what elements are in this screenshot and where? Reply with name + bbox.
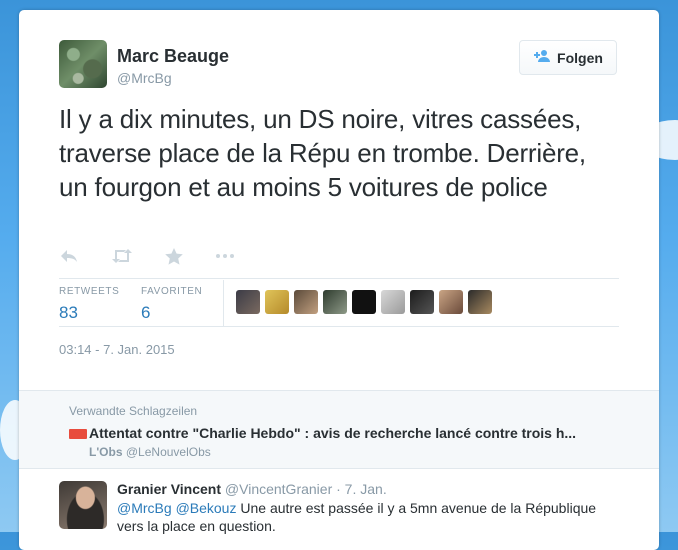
favoriter-avatar[interactable] [323,290,347,314]
related-source[interactable]: L'Obs @LeNouvelObs [89,445,211,459]
author-name[interactable]: Marc Beauge [117,46,229,67]
favoriter-avatar[interactable] [468,290,492,314]
follow-label: Folgen [557,49,603,66]
favoriter-avatar[interactable] [381,290,405,314]
stats-divider-bottom [59,326,619,327]
reply-tweet: Granier Vincent @VincentGranier · 7. Jan… [19,468,659,550]
retweet-icon[interactable] [111,248,133,270]
follow-button[interactable]: Folgen [519,40,617,75]
related-headline-link[interactable]: Attentat contre "Charlie Hebdo" : avis d… [89,425,609,441]
favoriter-avatar[interactable] [265,290,289,314]
related-source-name: L'Obs [89,445,123,459]
favorites-stat[interactable]: FAVORITEN 6 [141,286,202,323]
add-user-icon [533,49,551,67]
favorites-label: FAVORITEN [141,286,203,297]
mention-link[interactable]: @Bekouz [176,500,237,516]
stats-divider-top [59,278,619,279]
tweet-actions [59,248,235,270]
reply-handle-date[interactable]: @VincentGranier · 7. Jan. [225,481,387,497]
stats-separator [223,280,224,326]
favoriter-avatar[interactable] [439,290,463,314]
tweet-timestamp[interactable]: 03:14 - 7. Jan. 2015 [59,342,175,357]
related-heading: Verwandte Schlagzeilen [69,404,198,418]
reply-avatar[interactable] [59,481,107,529]
more-icon[interactable] [215,248,235,270]
reply-header: Granier Vincent @VincentGranier · 7. Jan… [117,481,387,497]
related-source-handle: @LeNouvelObs [125,445,211,459]
author-handle[interactable]: @MrcBg [117,70,172,86]
reply-text: @MrcBg @Bekouz Une autre est passée il y… [117,499,617,535]
mention-link[interactable]: @MrcBg [117,500,172,516]
retweets-count: 83 [59,303,78,322]
favorite-icon[interactable] [165,248,183,270]
favoriter-avatar[interactable] [410,290,434,314]
tweet-card: Marc Beauge @MrcBg Folgen Il y a dix min… [19,10,659,550]
retweets-stat[interactable]: RETWEETS 83 [59,286,119,323]
reply-author-name[interactable]: Granier Vincent [117,481,221,497]
tweet-text: Il y a dix minutes, un DS noire, vitres … [59,104,586,202]
favoriter-avatar[interactable] [236,290,260,314]
author-avatar[interactable] [59,40,107,88]
tweet: Marc Beauge @MrcBg Folgen Il y a dix min… [19,10,659,390]
favoriter-avatar[interactable] [352,290,376,314]
news-icon [69,429,87,439]
favorites-count: 6 [141,303,151,322]
reply-icon[interactable] [59,248,79,270]
related-headlines: Verwandte Schlagzeilen Attentat contre "… [19,390,659,469]
favoriter-avatar[interactable] [294,290,318,314]
retweets-label: RETWEETS [59,286,120,297]
